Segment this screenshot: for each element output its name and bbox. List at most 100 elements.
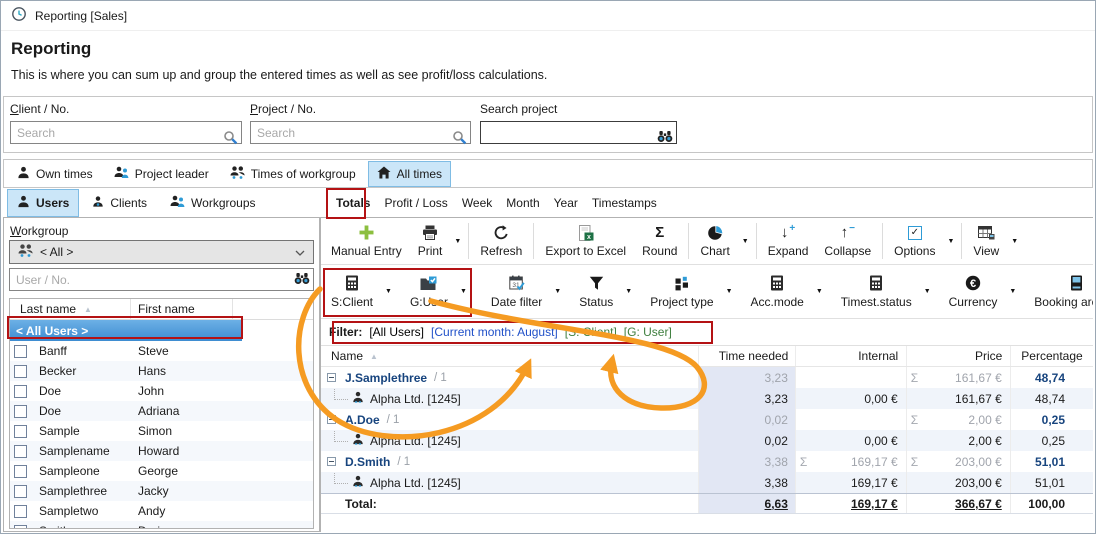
user-row[interactable]: SmithDoris — [10, 521, 313, 529]
chart-dropdown-arrow[interactable]: ▼ — [738, 219, 753, 263]
tab-year[interactable]: Year — [547, 191, 585, 215]
export-to-excel-button[interactable]: x Export to Excel — [537, 219, 634, 263]
booking-archive-button[interactable]: Booking archive — [1026, 266, 1093, 317]
archive-icon — [1070, 275, 1083, 292]
user-row[interactable]: DoeAdriana — [10, 401, 313, 421]
workgroup-icon — [230, 166, 245, 182]
status-dropdown-arrow[interactable]: ▼ — [621, 266, 636, 317]
tab-timestamps[interactable]: Timestamps — [585, 191, 664, 215]
tab-totals[interactable]: Totals — [329, 191, 377, 215]
user-row[interactable]: SamplethreeJacky — [10, 481, 313, 501]
date-filter-button[interactable]: 31 Date filter — [483, 266, 550, 317]
column-header-last-name[interactable]: Last name▲ — [10, 299, 130, 319]
sum-by-client-button[interactable]: S:Client — [323, 266, 381, 317]
workgroup-dropdown[interactable]: < All > — [9, 240, 314, 264]
user-search-input[interactable] — [9, 268, 314, 291]
acc-mode-button[interactable]: Acc.mode — [743, 266, 812, 317]
grid-child-row[interactable]: Alpha Ltd. [1245] 0,02 0,00 € 2,00 € 0,2… — [321, 430, 1093, 451]
column-header-internal[interactable]: Internal — [796, 346, 907, 366]
page-title: Reporting — [11, 39, 91, 59]
sum-dropdown-arrow[interactable]: ▼ — [381, 266, 396, 317]
user-checkbox[interactable] — [14, 345, 27, 358]
grid-child-row[interactable]: Alpha Ltd. [1245] 3,23 0,00 € 161,67 € 4… — [321, 388, 1093, 409]
grid-group-row[interactable]: A.Doe/ 1 0,02 Σ2,00 € 0,25 — [321, 409, 1093, 430]
print-dropdown-arrow[interactable]: ▼ — [450, 219, 465, 263]
currency-button[interactable]: € Currency — [941, 266, 1006, 317]
tab-month[interactable]: Month — [499, 191, 546, 215]
client-search-input[interactable] — [10, 121, 242, 144]
grid-child-row[interactable]: Alpha Ltd. [1245] 3,38 169,17 € 203,00 €… — [321, 472, 1093, 493]
timest-status-button[interactable]: Timest.status — [833, 266, 920, 317]
options-dropdown-arrow[interactable]: ▼ — [943, 219, 958, 263]
user-row[interactable]: SampletwoAndy — [10, 501, 313, 521]
user-checkbox[interactable] — [14, 485, 27, 498]
user-checkbox[interactable] — [14, 405, 27, 418]
tab-times-of-workgroup[interactable]: Times of workgroup — [221, 161, 365, 187]
tab-all-times[interactable]: All times — [368, 161, 451, 187]
manual-entry-button[interactable]: Manual Entry — [323, 219, 410, 263]
grid-group-row[interactable]: J.Samplethree/ 1 3,23 Σ161,67 € 48,74 — [321, 367, 1093, 388]
sum-sigma-icon: Σ — [911, 371, 918, 385]
user-checkbox[interactable] — [14, 385, 27, 398]
user-row[interactable]: SampleSimon — [10, 421, 313, 441]
view-dropdown-arrow[interactable]: ▼ — [1007, 219, 1022, 263]
tab-users[interactable]: Users — [7, 189, 79, 217]
options-button[interactable]: ✓ Options — [886, 219, 943, 263]
user-checkbox[interactable] — [14, 505, 27, 518]
status-button[interactable]: Status — [571, 266, 621, 317]
search-project-input[interactable] — [480, 121, 677, 144]
tab-profit-loss[interactable]: Profit / Loss — [377, 191, 454, 215]
user-checkbox[interactable] — [14, 425, 27, 438]
user-row[interactable]: BeckerHans — [10, 361, 313, 381]
user-row[interactable]: DoeJohn — [10, 381, 313, 401]
tab-project-leader[interactable]: Project leader — [105, 161, 218, 187]
print-button[interactable]: Print — [410, 219, 451, 263]
user-row[interactable]: SampleoneGeorge — [10, 461, 313, 481]
round-button[interactable]: Σ Round — [634, 219, 685, 263]
filter-tag-group-user: [G: User] — [624, 325, 672, 339]
client-label: Client / No. — [10, 102, 242, 116]
collapse-expander-icon[interactable] — [327, 457, 336, 466]
group-by-user-button[interactable]: G:User — [402, 266, 456, 317]
project-search-input[interactable] — [250, 121, 471, 144]
column-header-time-needed[interactable]: Time needed — [699, 346, 796, 366]
acc-mode-dropdown-arrow[interactable]: ▼ — [812, 266, 827, 317]
timest-status-dropdown-arrow[interactable]: ▼ — [920, 266, 935, 317]
expand-button[interactable]: ↓+ Expand — [760, 219, 817, 263]
column-header-name[interactable]: Name▲ — [321, 346, 699, 366]
collapse-expander-icon[interactable] — [327, 415, 336, 424]
user-checkbox[interactable] — [14, 525, 27, 530]
column-header-price[interactable]: Price — [907, 346, 1011, 366]
excel-icon: x — [578, 224, 594, 241]
left-tabbar: Users Clients Workgroups — [3, 189, 320, 217]
collapse-button[interactable]: ↑− Collapse — [816, 219, 879, 263]
column-header-percentage[interactable]: Percentage — [1011, 346, 1093, 366]
user-row[interactable]: SamplenameHoward — [10, 441, 313, 461]
user-checkbox[interactable] — [14, 365, 27, 378]
currency-dropdown-arrow[interactable]: ▼ — [1005, 266, 1020, 317]
collapse-expander-icon[interactable] — [327, 373, 336, 382]
refresh-button[interactable]: Refresh — [472, 219, 530, 263]
user-checkbox[interactable] — [14, 465, 27, 478]
sum-sigma-icon: Σ — [800, 455, 807, 469]
toolbar-separator — [468, 223, 469, 259]
project-type-button[interactable]: Project type — [642, 266, 721, 317]
filter-summary-bar: Filter: [All Users] [Current month: Augu… — [321, 319, 1093, 346]
tab-workgroups[interactable]: Workgroups — [160, 189, 265, 217]
date-filter-dropdown-arrow[interactable]: ▼ — [550, 266, 565, 317]
tab-clients[interactable]: Clients — [82, 189, 157, 217]
chevron-down-icon — [295, 245, 305, 259]
all-users-row[interactable]: < All Users > — [10, 320, 242, 341]
workgroup-value: < All > — [40, 245, 73, 259]
tab-week[interactable]: Week — [455, 191, 499, 215]
chart-button[interactable]: Chart — [692, 219, 737, 263]
user-row[interactable]: BanffSteve — [10, 341, 313, 361]
user-checkbox[interactable] — [14, 445, 27, 458]
clock-icon — [11, 6, 27, 25]
group-dropdown-arrow[interactable]: ▼ — [456, 266, 471, 317]
project-type-dropdown-arrow[interactable]: ▼ — [722, 266, 737, 317]
grid-group-row[interactable]: D.Smith/ 1 3,38 Σ169,17 € Σ203,00 € 51,0… — [321, 451, 1093, 472]
view-button[interactable]: View — [965, 219, 1007, 263]
column-header-first-name[interactable]: First name — [130, 299, 232, 319]
tab-own-times[interactable]: Own times — [8, 161, 102, 187]
